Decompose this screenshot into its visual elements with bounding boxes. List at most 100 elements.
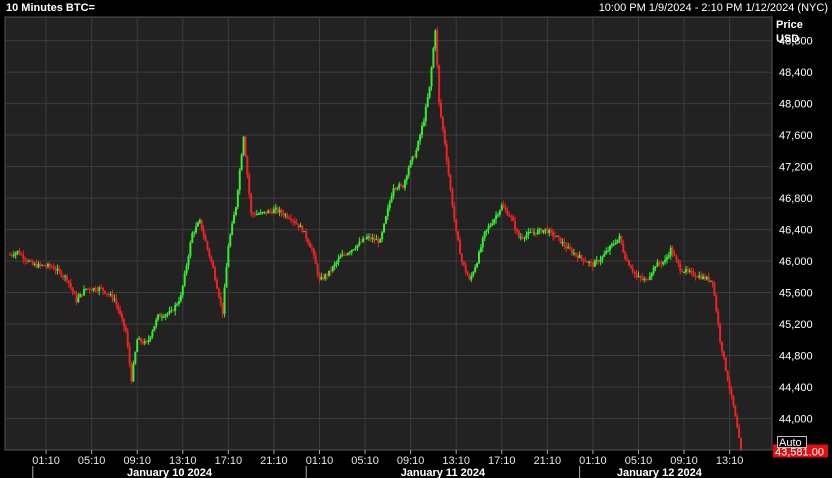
candle-body [348, 252, 351, 254]
candle-body [498, 210, 501, 215]
candle-body [440, 102, 443, 117]
candle-body [69, 283, 72, 288]
candle-body [590, 261, 593, 263]
candle-body [633, 271, 636, 274]
candle-body [195, 226, 198, 233]
candle-body [599, 259, 602, 262]
candle-body [312, 248, 315, 255]
candle-body [147, 339, 150, 343]
candle-body [132, 363, 135, 382]
candle-body [483, 231, 486, 239]
candle-body [136, 339, 139, 353]
candle-body [354, 248, 357, 250]
candle-body [669, 247, 672, 256]
candle-body [529, 232, 532, 234]
candle-body [238, 170, 241, 191]
candle-body [542, 230, 545, 233]
candle-body [290, 218, 293, 221]
candle-body [477, 251, 480, 264]
candle-body [576, 255, 579, 259]
candle-body [41, 265, 44, 267]
candle-body [584, 261, 587, 263]
x-tick-label: 13:10 [716, 455, 744, 467]
candle-body [422, 121, 425, 126]
candle-body [327, 270, 330, 276]
candle-body [698, 275, 701, 278]
candle-body [728, 380, 731, 390]
candle-body [360, 241, 363, 243]
candle-body [595, 260, 598, 262]
candle-body [700, 275, 703, 280]
candle-body [662, 261, 665, 265]
y-tick-label: 45,200 [779, 319, 813, 331]
candle-body [553, 235, 556, 237]
candle-body [679, 263, 682, 272]
candle-body [84, 288, 87, 290]
candle-body [648, 276, 651, 280]
candle-body [126, 331, 129, 347]
candle-body [257, 213, 260, 215]
candle-body [274, 207, 277, 210]
candle-body [75, 294, 78, 303]
candle-body [337, 258, 340, 263]
candle-body [567, 247, 570, 249]
candle-body [145, 341, 148, 343]
candle-body [460, 254, 463, 262]
candle-body [618, 235, 621, 240]
candle-body [215, 279, 218, 289]
candle-body [128, 346, 131, 364]
candle-body [122, 318, 125, 327]
candle-body [94, 288, 97, 291]
candle-body [54, 269, 57, 271]
price-chart[interactable]: 44,000 44,400 44,800 45,200 45,600 46,000 46,4… [0, 0, 832, 478]
candle-body [546, 228, 549, 234]
candle-body [394, 187, 397, 189]
candle-body [39, 263, 42, 266]
candle-body [455, 219, 458, 232]
x-tick-label: 05:10 [625, 455, 653, 467]
candle-body [172, 310, 175, 312]
x-tick-label: 09:10 [397, 455, 425, 467]
candle-body [113, 298, 116, 300]
candle-body [612, 243, 615, 245]
candle-body [650, 273, 653, 277]
candle-body [574, 252, 577, 256]
candle-body [86, 288, 89, 290]
candle-body [83, 289, 86, 296]
candle-body [210, 256, 213, 262]
candle-body [375, 239, 378, 241]
candle-body [276, 207, 279, 213]
candle-body [141, 341, 144, 344]
candle-body [713, 282, 716, 296]
candle-body [608, 245, 611, 251]
candle-body [286, 214, 289, 218]
candle-body [722, 351, 725, 358]
candle-body [314, 254, 317, 265]
candle-body [711, 280, 714, 283]
candle-body [29, 260, 32, 262]
candle-body [593, 261, 596, 267]
candle-body [383, 223, 386, 233]
x-tick-label: 01:10 [579, 455, 607, 467]
candle-body [534, 232, 537, 235]
candle-body [193, 232, 196, 234]
candle-body [170, 310, 173, 312]
candle-body [102, 287, 105, 291]
candle-body [715, 295, 718, 312]
candle-body [202, 229, 205, 236]
candle-body [506, 210, 509, 216]
candle-body [166, 313, 169, 315]
candle-body [690, 270, 693, 272]
candle-body [462, 261, 465, 265]
candle-body [527, 232, 530, 235]
candle-body [447, 160, 450, 175]
candle-body [227, 246, 230, 268]
candle-body [278, 209, 281, 213]
candle-body [301, 225, 304, 232]
auto-scale-button[interactable]: Auto [777, 436, 807, 449]
candle-body [27, 260, 30, 262]
y-tick-label: 48,400 [779, 67, 813, 79]
candle-body [119, 310, 122, 315]
candle-body [664, 259, 667, 262]
candle-body [219, 296, 222, 303]
